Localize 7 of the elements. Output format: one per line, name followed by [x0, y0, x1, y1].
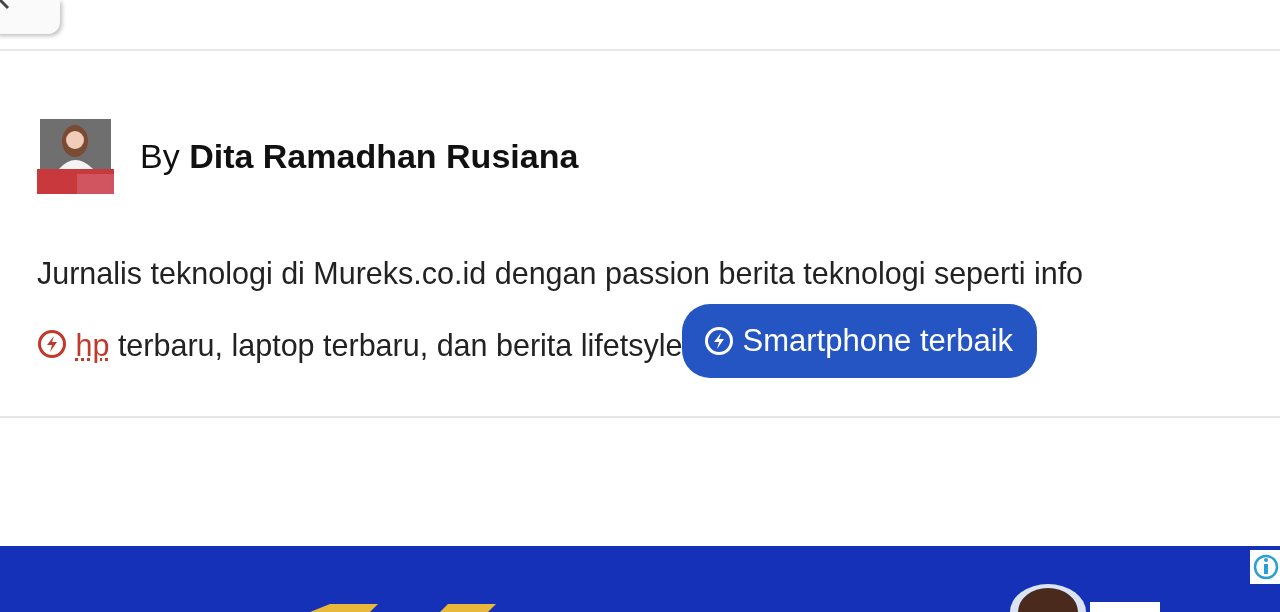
- author-bio: Jurnalis teknologi di Mureks.co.id dengan passion berita teknologi seperti info hp terbaru, laptop terbaru, dan berita lifetsyle Smartphone terbaik: [0, 194, 1280, 378]
- author-byline: By Dita Ramadhan Rusiana: [140, 136, 579, 177]
- lightning-icon: [37, 329, 67, 359]
- smartphone-chip[interactable]: Smartphone terbaik: [682, 304, 1038, 378]
- lightning-icon: [704, 326, 735, 356]
- hp-link[interactable]: hp: [75, 328, 110, 362]
- back-button[interactable]: [0, 0, 60, 34]
